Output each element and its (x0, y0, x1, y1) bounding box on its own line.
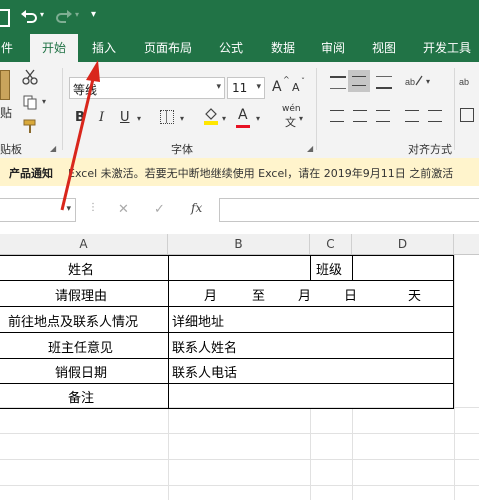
annotation-arrow-icon (60, 60, 100, 211)
